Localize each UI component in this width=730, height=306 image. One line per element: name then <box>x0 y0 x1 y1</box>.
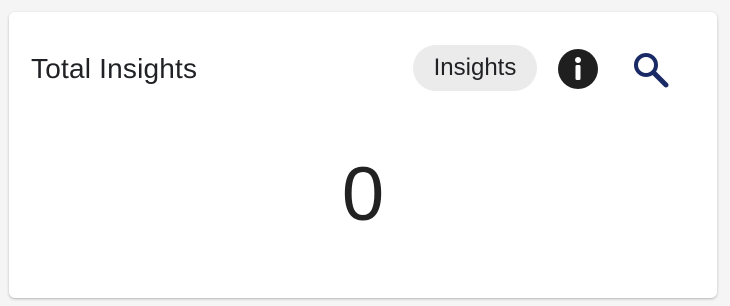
info-icon <box>558 49 598 89</box>
insights-chip[interactable]: Insights <box>413 45 537 91</box>
total-insights-value: 0 <box>341 152 385 237</box>
search-button[interactable] <box>630 50 672 92</box>
card-title: Total Insights <box>31 53 198 84</box>
info-button[interactable] <box>557 48 599 90</box>
total-insights-card: Total Insights Insights 0 <box>9 12 717 298</box>
search-icon <box>634 53 669 88</box>
